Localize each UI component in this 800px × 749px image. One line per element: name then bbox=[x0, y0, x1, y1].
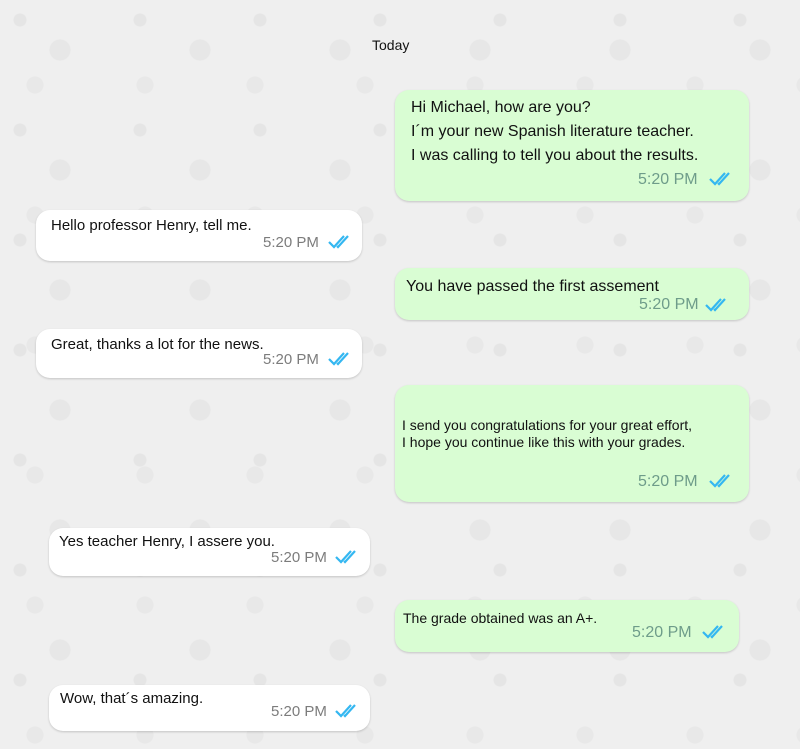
double-check-icon bbox=[709, 171, 735, 187]
message-text-line: The grade obtained was an A+. bbox=[403, 610, 598, 626]
double-check-icon bbox=[702, 624, 728, 640]
message-timestamp: 5:20 PM bbox=[638, 473, 698, 490]
message-timestamp: 5:20 PM bbox=[639, 296, 699, 313]
double-check-icon bbox=[335, 703, 361, 719]
message-bubble-incoming[interactable]: Hello professor Henry, tell me. 5:20 PM bbox=[36, 210, 362, 261]
message-text-line: I send you congratulations for your grea… bbox=[402, 417, 693, 433]
message-timestamp: 5:20 PM bbox=[263, 351, 319, 368]
message-bubble-incoming[interactable]: Yes teacher Henry, I assere you. 5:20 PM bbox=[49, 528, 370, 576]
date-separator: Today bbox=[372, 37, 410, 53]
double-check-icon bbox=[328, 234, 354, 250]
message-timestamp: 5:20 PM bbox=[632, 624, 692, 641]
message-timestamp: 5:20 PM bbox=[271, 549, 327, 566]
double-check-icon bbox=[335, 549, 361, 565]
double-check-icon bbox=[328, 351, 354, 367]
message-bubble-incoming[interactable]: Wow, that´s amazing. 5:20 PM bbox=[49, 685, 370, 731]
message-bubble-outgoing[interactable]: The grade obtained was an A+. 5:20 PM bbox=[395, 600, 739, 652]
message-text-line: Wow, that´s amazing. bbox=[60, 690, 204, 707]
message-bubble-outgoing[interactable]: You have passed the first assement 5:20 … bbox=[395, 268, 749, 320]
message-timestamp: 5:20 PM bbox=[271, 703, 327, 720]
message-timestamp: 5:20 PM bbox=[638, 171, 698, 188]
message-text-line: Hello professor Henry, tell me. bbox=[51, 217, 252, 234]
message-text-line: Hi Michael, how are you? bbox=[411, 99, 591, 116]
message-bubble-outgoing[interactable]: I send you congratulations for your grea… bbox=[395, 385, 749, 502]
message-bubble-incoming[interactable]: Great, thanks a lot for the news. 5:20 P… bbox=[36, 329, 362, 378]
double-check-icon bbox=[709, 473, 735, 489]
message-text-line: I hope you continue like this with your … bbox=[402, 434, 686, 450]
double-check-icon bbox=[705, 297, 731, 313]
message-text-line: Yes teacher Henry, I assere you. bbox=[59, 533, 275, 550]
message-bubble-outgoing[interactable]: Hi Michael, how are you? I´m your new Sp… bbox=[395, 90, 749, 201]
message-text-line: You have passed the first assement bbox=[406, 278, 659, 295]
message-text-line: I was calling to tell you about the resu… bbox=[411, 147, 699, 164]
message-text-line: Great, thanks a lot for the news. bbox=[51, 336, 264, 353]
message-text-line: I´m your new Spanish literature teacher. bbox=[411, 123, 694, 140]
message-timestamp: 5:20 PM bbox=[263, 234, 319, 251]
